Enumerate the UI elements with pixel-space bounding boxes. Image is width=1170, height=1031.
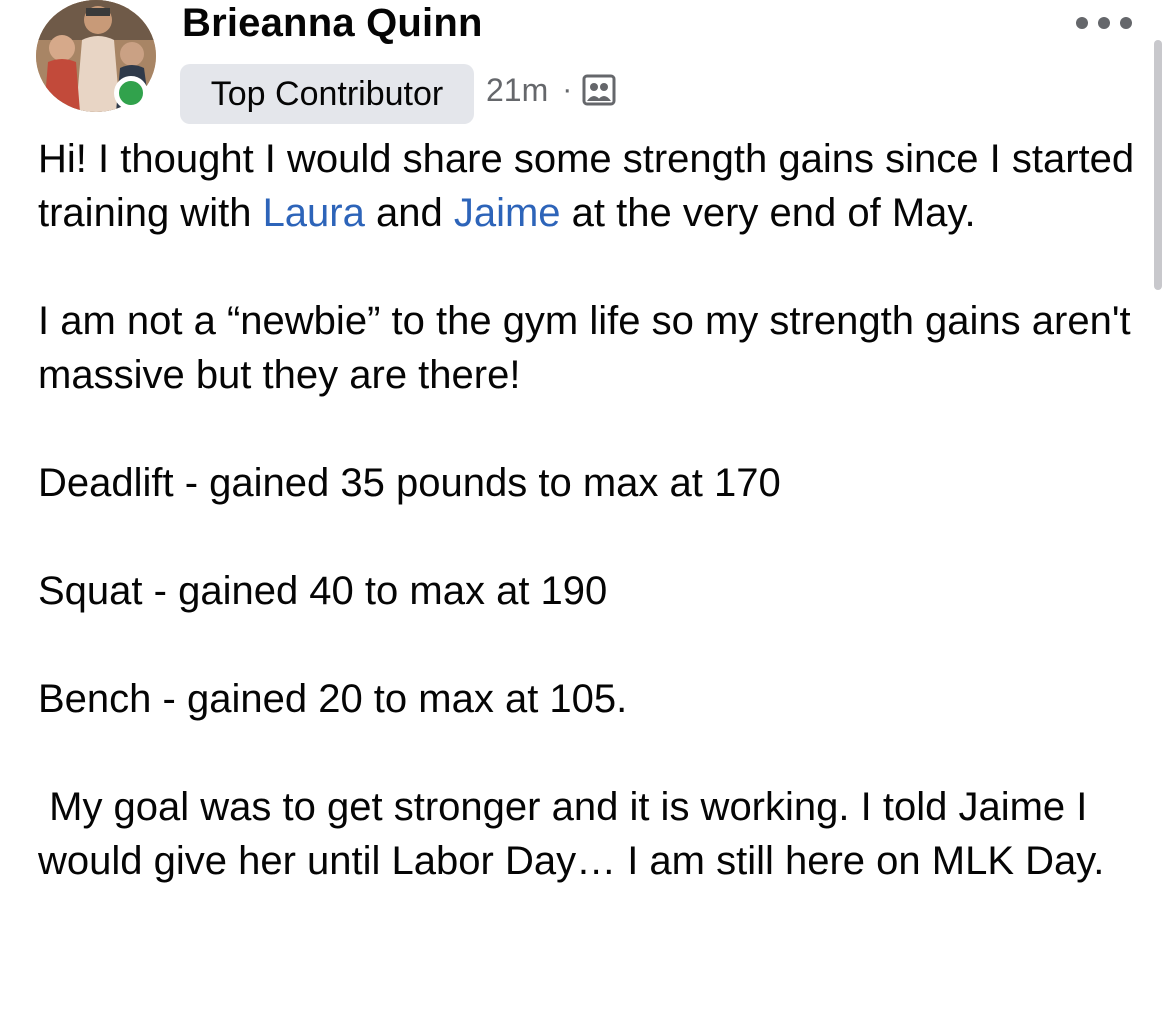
top-contributor-badge: Top Contributor (180, 64, 474, 124)
post-text: Hi! I thought I would share some strengt… (38, 132, 1138, 888)
post-paragraph: Bench - gained 20 to max at 105. (38, 677, 628, 721)
scrollbar[interactable] (1154, 40, 1162, 290)
meta-separator: · (562, 73, 573, 106)
more-options-icon[interactable] (1076, 14, 1132, 32)
mention-link[interactable]: Jaime (454, 191, 561, 235)
paragraph-text: at the very end of May. (560, 191, 976, 235)
online-status-indicator (114, 76, 148, 110)
post-paragraph: My goal was to get stronger and it is wo… (38, 785, 1105, 883)
group-icon (582, 73, 616, 107)
author-name[interactable]: Brieanna Quinn (182, 0, 483, 46)
paragraph-text: and (364, 191, 454, 235)
post-timestamp[interactable]: 21m (486, 72, 548, 109)
post-paragraph: I am not a “newbie” to the gym life so m… (38, 299, 1142, 397)
post-paragraph: Deadlift - gained 35 pounds to max at 17… (38, 461, 781, 505)
mention-link[interactable]: Laura (263, 191, 365, 235)
post-meta: 21m · (486, 68, 616, 112)
post-paragraph: Squat - gained 40 to max at 190 (38, 569, 608, 613)
post-paragraph: Hi! I thought I would share some strengt… (38, 132, 1138, 240)
